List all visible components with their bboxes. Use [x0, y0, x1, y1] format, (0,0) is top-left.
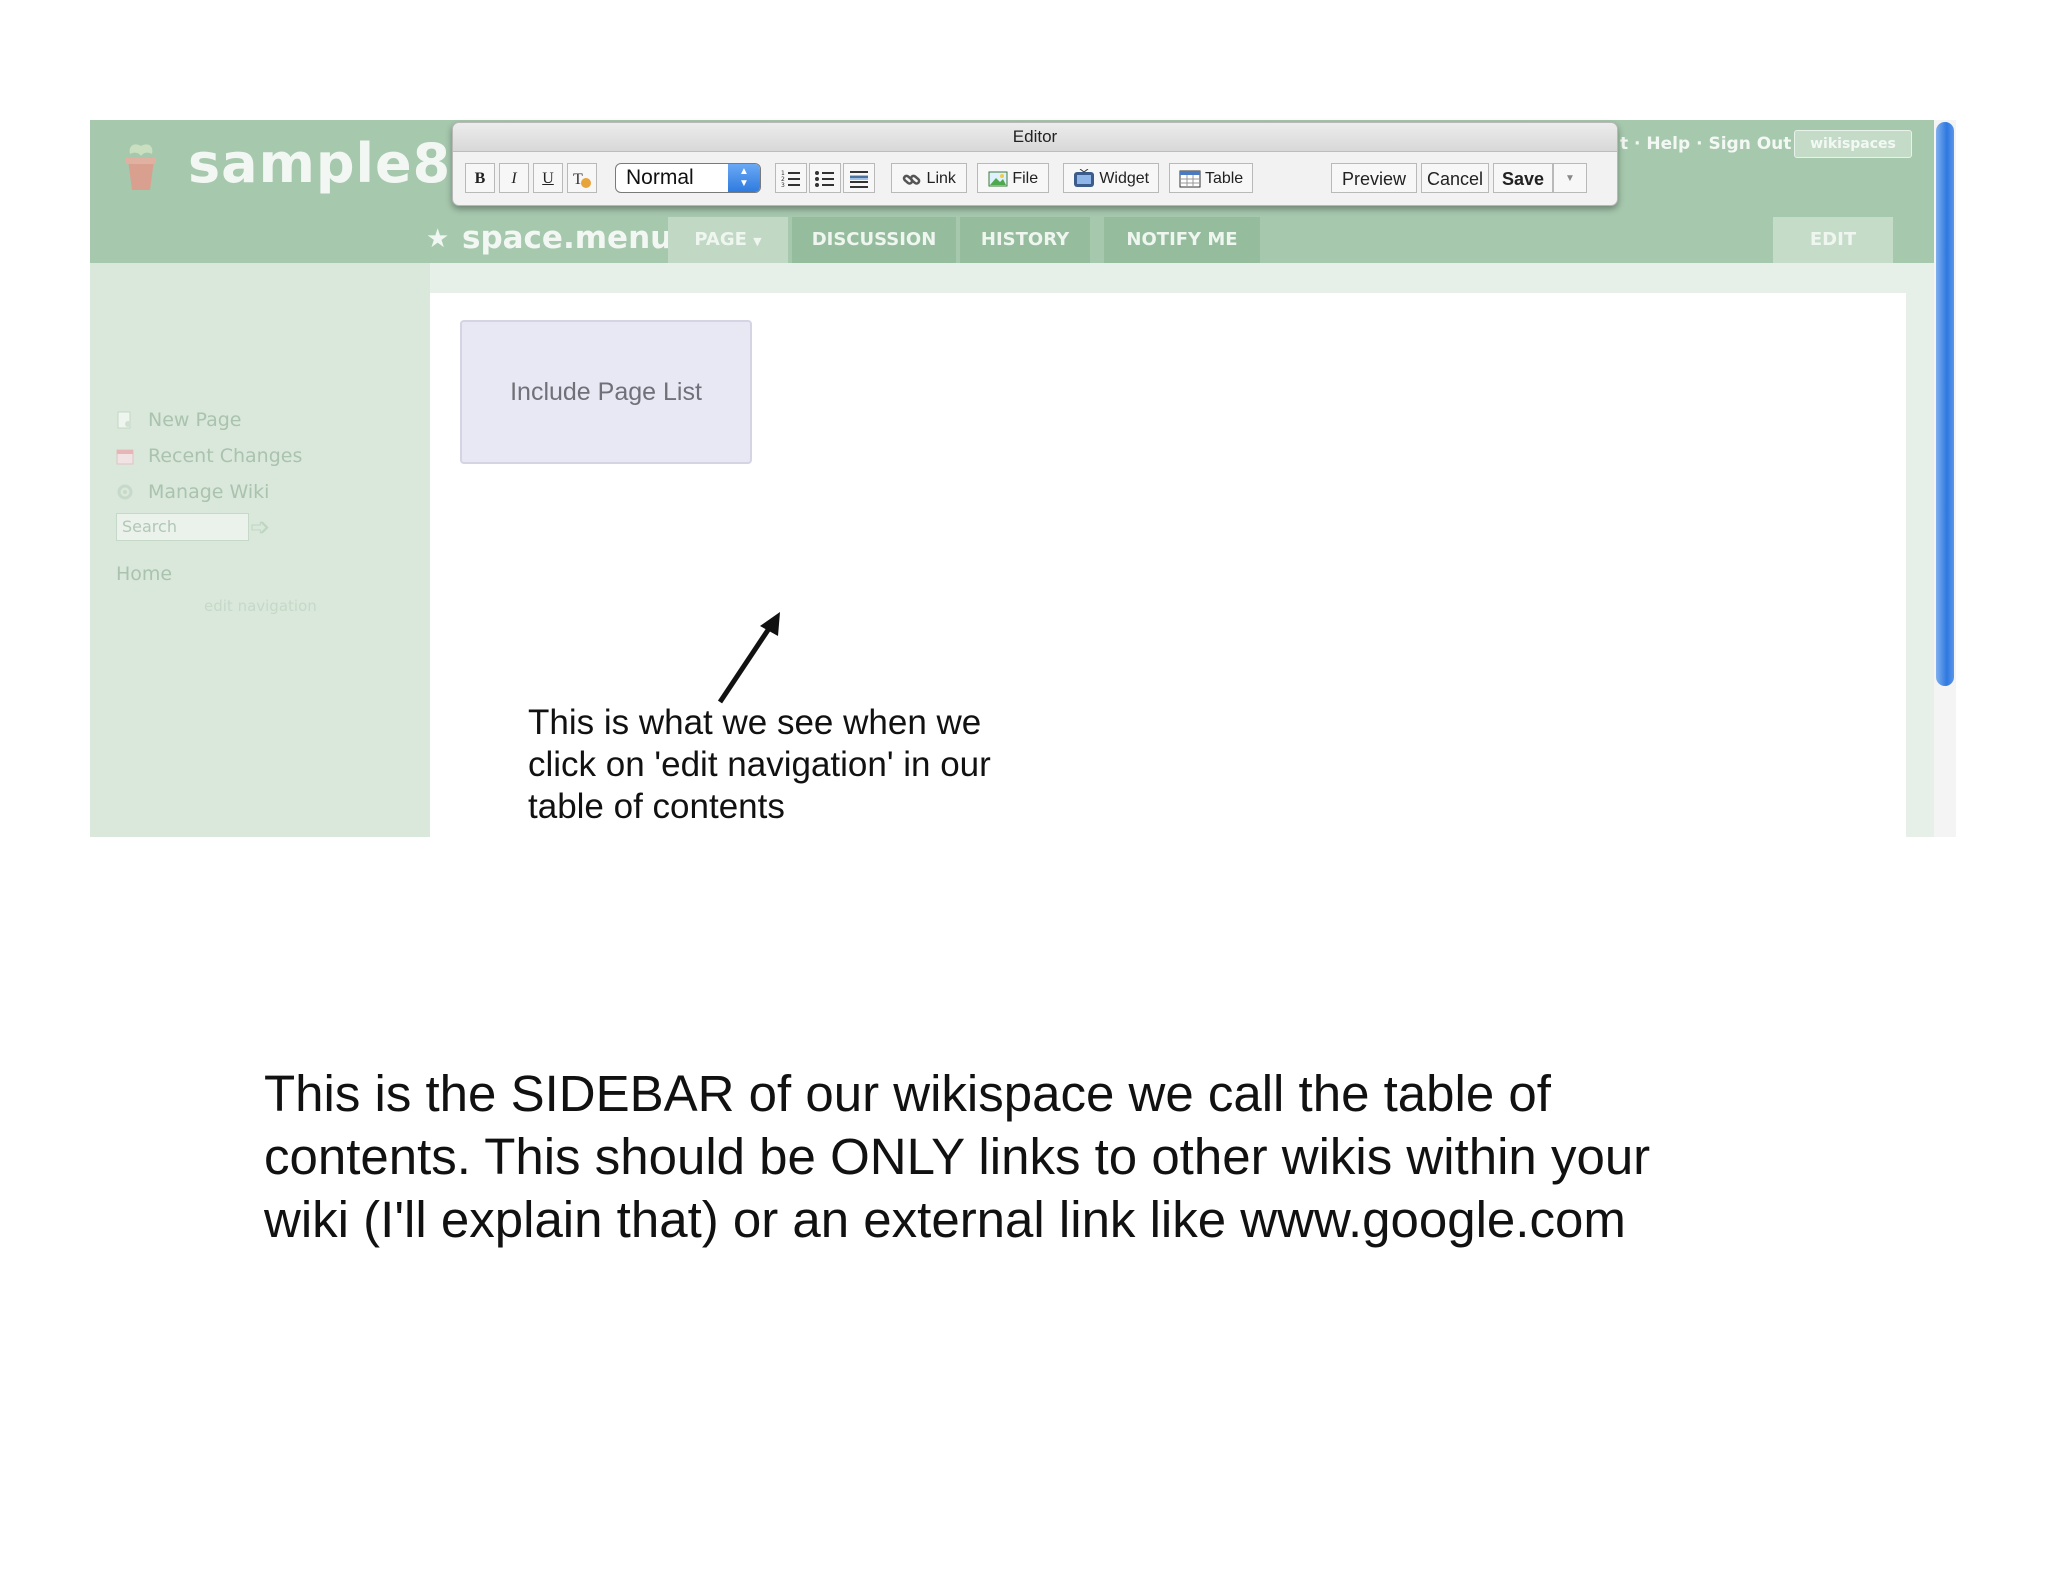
- tab-page[interactable]: PAGE ▼: [668, 217, 788, 263]
- wiki-screenshot: sample81 t · Help · Sign Out · wikispace…: [90, 120, 1956, 837]
- annotation-caption: This is the SIDEBAR of our wikispace we …: [264, 1065, 1651, 1248]
- editor-toolbar: Editor B I U T Normal ▲ ▼ 123 Link File W…: [452, 122, 1618, 206]
- save-options-chevron-icon[interactable]: ▼: [1553, 163, 1587, 193]
- chevron-down-icon: ▼: [753, 235, 762, 248]
- preview-button[interactable]: Preview: [1331, 163, 1417, 193]
- text-color-button[interactable]: T: [567, 163, 597, 193]
- annotation-arrow-icon: [717, 612, 780, 704]
- link-button-label: Link: [926, 170, 956, 187]
- page-title: space.menu: [462, 220, 673, 256]
- gear-icon: [117, 484, 133, 500]
- table-button-label: Table: [1204, 170, 1244, 187]
- sidebar-item-label: Recent Changes: [148, 445, 303, 467]
- tab-discussion[interactable]: DISCUSSION: [792, 217, 956, 263]
- cancel-button[interactable]: Cancel: [1421, 163, 1489, 193]
- image-file-icon: [988, 171, 1008, 187]
- save-button[interactable]: Save: [1493, 163, 1553, 193]
- widget-button[interactable]: Widget: [1063, 163, 1159, 193]
- justify-icon: [850, 170, 868, 188]
- edit-navigation-link[interactable]: edit navigation: [204, 597, 317, 615]
- tab-history[interactable]: HISTORY: [960, 217, 1090, 263]
- bullet-list-button[interactable]: [809, 163, 841, 193]
- text-color-icon: T: [573, 171, 591, 188]
- editor-title: Editor: [1012, 127, 1058, 146]
- new-page-icon: [117, 411, 131, 429]
- link-button[interactable]: Link: [891, 163, 967, 193]
- svg-text:T: T: [573, 171, 583, 188]
- numbered-list-button[interactable]: 123: [775, 163, 807, 193]
- search-input[interactable]: Search: [116, 513, 249, 541]
- tab-notify-me[interactable]: NOTIFY ME: [1104, 217, 1260, 263]
- table-icon: [1179, 170, 1201, 188]
- italic-button[interactable]: I: [499, 163, 529, 193]
- sidebar-item-label: Manage Wiki: [148, 481, 270, 503]
- underline-button[interactable]: U: [533, 163, 563, 193]
- tab-edit[interactable]: EDIT: [1773, 217, 1893, 263]
- star-icon[interactable]: ★: [426, 224, 449, 254]
- wikispaces-badge[interactable]: wikispaces: [1794, 130, 1912, 158]
- format-select-value: Normal: [626, 166, 694, 189]
- calendar-icon: [116, 449, 134, 465]
- search-go-icon[interactable]: ➩: [250, 513, 270, 541]
- bold-button[interactable]: B: [465, 163, 495, 193]
- file-button[interactable]: File: [977, 163, 1049, 193]
- sidebar-item-label: New Page: [148, 409, 242, 431]
- link-icon: [902, 174, 921, 185]
- format-select[interactable]: Normal ▲ ▼: [615, 163, 761, 193]
- site-title[interactable]: sample81: [188, 132, 490, 195]
- numbered-list-icon: 123: [781, 170, 800, 189]
- widget-button-label: Widget: [1099, 170, 1150, 187]
- bullet-list-icon: [815, 170, 834, 187]
- account-links[interactable]: t · Help · Sign Out ·: [1620, 134, 1804, 154]
- table-button[interactable]: Table: [1169, 163, 1253, 193]
- select-arrows-icon: ▲ ▼: [728, 164, 760, 192]
- annotation-callout: This is what we see when we click on 'ed…: [528, 703, 991, 826]
- include-page-list-widget[interactable]: Include Page List: [460, 320, 752, 464]
- align-button[interactable]: [843, 163, 875, 193]
- scrollbar-thumb[interactable]: [1936, 122, 1954, 686]
- sidebar-link-home[interactable]: Home: [116, 563, 172, 585]
- svg-text:3: 3: [781, 182, 785, 189]
- sidebar: New Page Recent Changes Manage Wiki Sear…: [90, 263, 430, 837]
- flowerpot-logo-icon: [126, 144, 156, 190]
- file-button-label: File: [1012, 170, 1039, 187]
- tv-widget-icon: [1073, 168, 1094, 187]
